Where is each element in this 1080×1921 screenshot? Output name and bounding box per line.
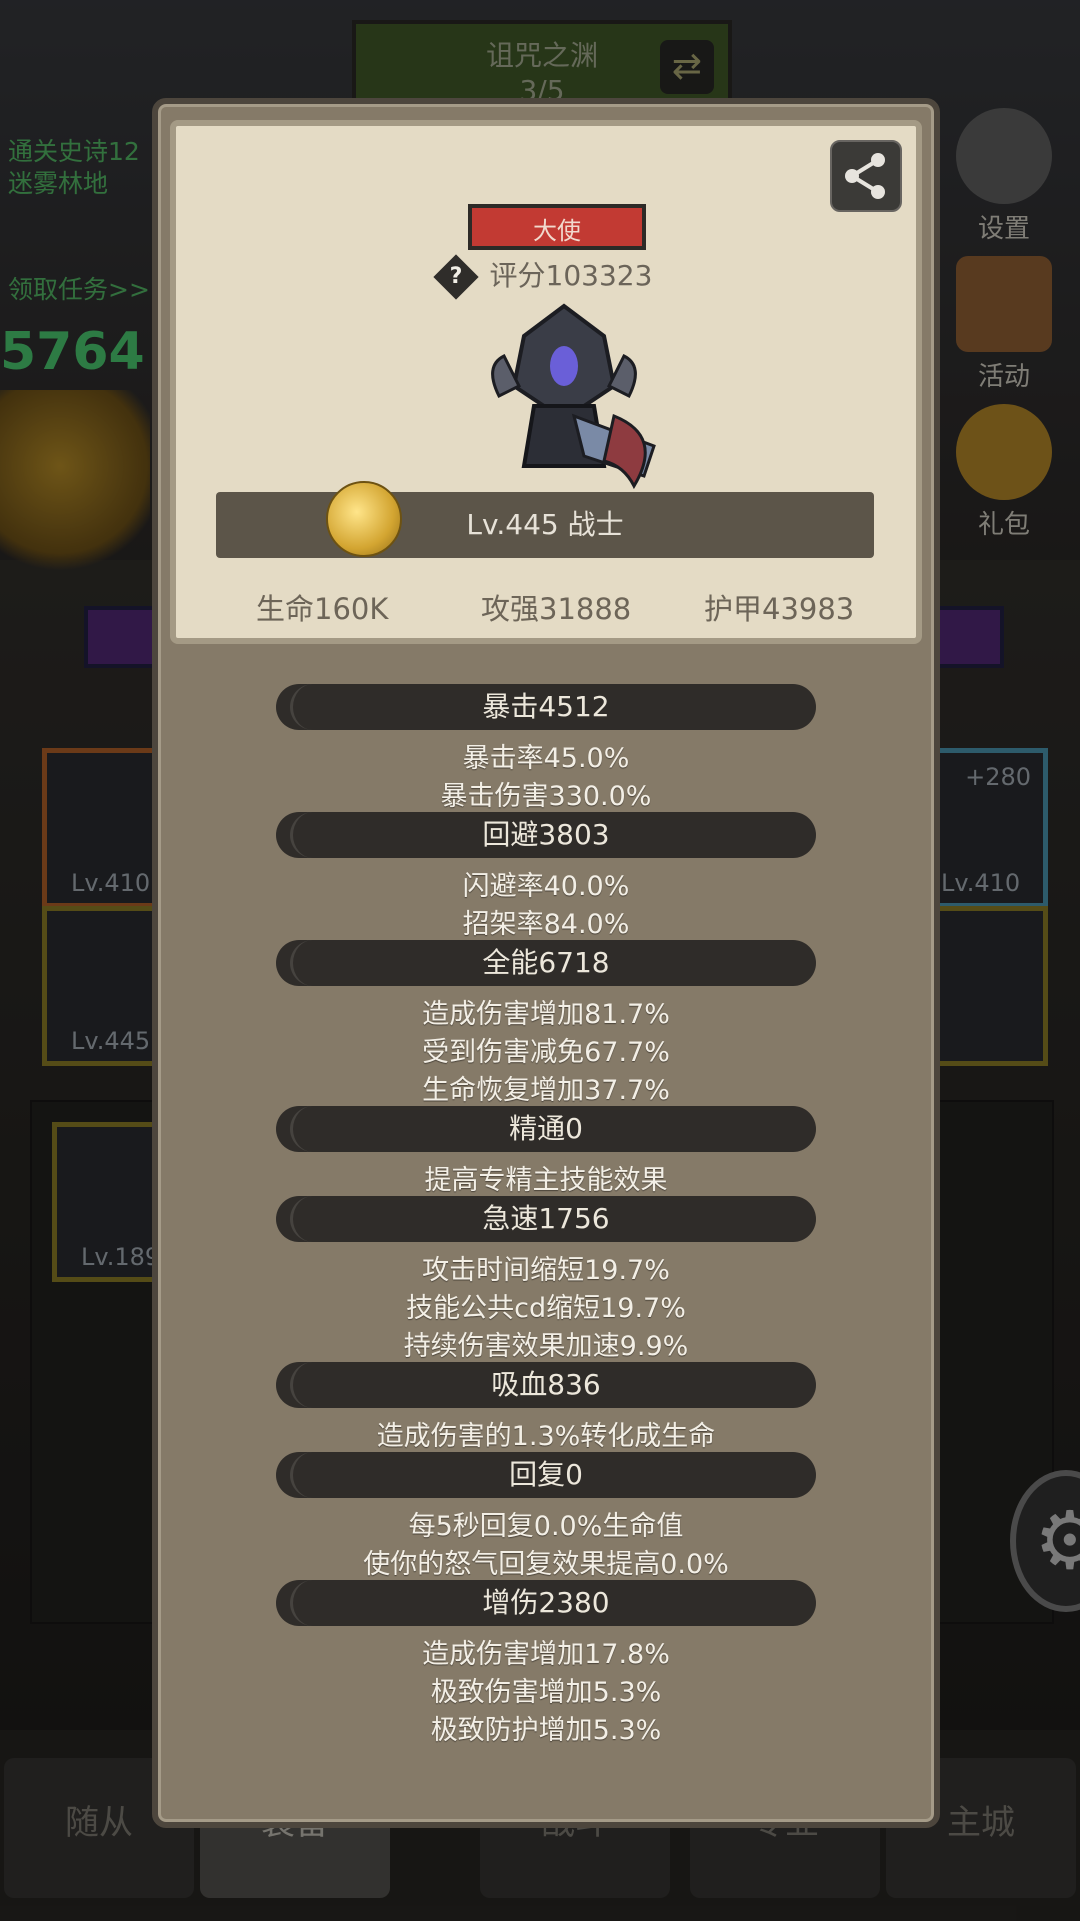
section-header-evasion: 回避3803 xyxy=(276,812,816,858)
stat-attack: 攻强31888 xyxy=(481,592,632,626)
role-badge: 大使 xyxy=(468,204,646,250)
character-stats-modal: 大使 ? 评分103323 Lv.445 战士 生命160K 攻强31888 护甲… xyxy=(152,98,940,1828)
attr-line: 技能公共cd缩短19.7% xyxy=(406,1293,686,1324)
level-bar: Lv.445 战士 xyxy=(216,492,874,558)
attr-line: 极致防护增加5.3% xyxy=(430,1715,662,1746)
score-value: 评分103323 xyxy=(489,259,653,292)
section-header-lifesteal: 吸血836 xyxy=(276,1362,816,1408)
coin-icon xyxy=(326,481,402,557)
attr-line: 暴击率45.0% xyxy=(462,743,630,774)
attr-line: 造成伤害的1.3%转化成生命 xyxy=(376,1421,716,1452)
section-header-versatility: 全能6718 xyxy=(276,940,816,986)
attr-line: 攻击时间缩短19.7% xyxy=(422,1255,670,1286)
share-icon xyxy=(845,153,885,199)
attr-line: 造成伤害增加81.7% xyxy=(422,999,670,1030)
help-icon[interactable]: ? xyxy=(432,254,479,300)
section-header-crit: 暴击4512 xyxy=(276,684,816,730)
section-header-regen: 回复0 xyxy=(276,1452,816,1498)
section-header-damage-boost: 增伤2380 xyxy=(276,1580,816,1626)
attr-line: 极致伤害增加5.3% xyxy=(430,1677,662,1708)
attr-line: 暴击伤害330.0% xyxy=(440,781,652,812)
share-button[interactable] xyxy=(830,140,902,212)
attr-line: 提高专精主技能效果 xyxy=(424,1165,668,1196)
attr-line: 持续伤害效果加速9.9% xyxy=(403,1331,689,1362)
score-row: ? 评分103323 xyxy=(176,254,916,300)
character-portrait xyxy=(491,303,656,490)
attr-line: 闪避率40.0% xyxy=(462,871,630,902)
attr-line: 招架率84.0% xyxy=(462,909,630,940)
attr-line: 使你的怒气回复效果提高0.0% xyxy=(363,1549,729,1580)
stat-hp: 生命160K xyxy=(256,592,389,626)
character-card: 大使 ? 评分103323 Lv.445 战士 生命160K 攻强31888 护甲… xyxy=(170,120,922,644)
section-header-haste: 急速1756 xyxy=(276,1196,816,1242)
attr-line: 造成伤害增加17.8% xyxy=(422,1639,670,1670)
attr-line: 生命恢复增加37.7% xyxy=(422,1075,670,1106)
section-header-mastery: 精通0 xyxy=(276,1106,816,1152)
attr-line: 受到伤害减免67.7% xyxy=(422,1037,670,1068)
attr-line: 每5秒回复0.0%生命值 xyxy=(408,1511,684,1542)
stat-armor: 护甲43983 xyxy=(704,592,855,626)
